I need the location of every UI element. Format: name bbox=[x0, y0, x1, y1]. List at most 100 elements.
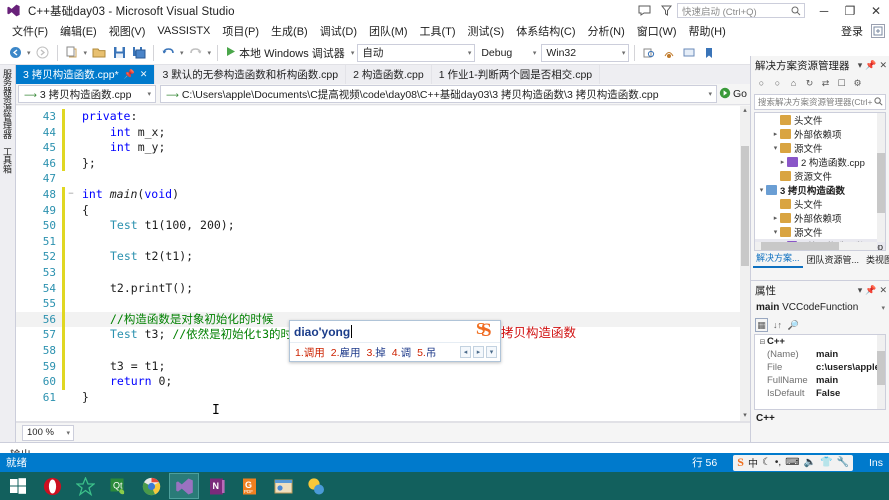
sogou-logo-icon[interactable]: S bbox=[737, 455, 744, 470]
tree-expander-icon[interactable]: ▾ bbox=[757, 186, 766, 194]
new-project-icon[interactable] bbox=[63, 43, 81, 63]
tree-horizontal-scrollbar[interactable] bbox=[755, 242, 877, 250]
tree-item[interactable]: ▾ 3 拷贝构造函数 bbox=[755, 183, 885, 197]
property-value[interactable]: main bbox=[816, 375, 838, 386]
forward-icon[interactable]: ○ bbox=[771, 76, 784, 90]
scroll-up-button[interactable]: ▴ bbox=[740, 106, 750, 116]
debug-config-combo[interactable]: 自动 ▾ bbox=[357, 43, 476, 62]
undo-dropdown[interactable]: ▾ bbox=[179, 49, 185, 57]
tree-expander-icon[interactable]: ▾ bbox=[771, 144, 780, 152]
go-button[interactable]: Go bbox=[719, 87, 750, 102]
signin-button[interactable]: 登录 bbox=[841, 23, 863, 39]
code-line[interactable]: 53 bbox=[16, 264, 740, 281]
tree-expander-icon[interactable]: ▸ bbox=[771, 130, 780, 138]
code-line[interactable]: 44 int m_x; bbox=[16, 124, 740, 141]
menu-item-architecture[interactable]: 体系结构(C) bbox=[510, 22, 581, 40]
menu-item-file[interactable]: 文件(F) bbox=[6, 22, 54, 40]
comment-icon[interactable] bbox=[680, 43, 698, 63]
solution-explorer-tree[interactable]: 头文件 ▸ 外部依赖项 ▾ 源文件 ▸ 2 构造函数.cpp 资源文件 ▾ 3 拷贝构造函数 头文件… bbox=[754, 112, 886, 251]
scrollbar-thumb[interactable] bbox=[761, 242, 839, 250]
code-line[interactable]: 60 return 0; bbox=[16, 374, 740, 390]
new-project-dropdown[interactable]: ▾ bbox=[83, 49, 89, 57]
code-line[interactable]: 46}; bbox=[16, 155, 740, 172]
property-value[interactable]: main bbox=[816, 349, 838, 360]
tab-team-explorer[interactable]: 团队资源管... bbox=[804, 251, 863, 268]
code-line[interactable]: 48− int main(void) bbox=[16, 186, 740, 203]
tree-item[interactable]: ▸ 2 构造函数.cpp bbox=[755, 155, 885, 169]
zoom-level-combo[interactable]: 100 % ▾ bbox=[22, 424, 74, 441]
menu-item-edit[interactable]: 编辑(E) bbox=[54, 22, 103, 40]
show-all-files-icon[interactable]: ⇄ bbox=[819, 76, 832, 90]
code-line[interactable]: 47 bbox=[16, 171, 740, 187]
doc-tab-homework-circles[interactable]: 1 作业1-判断两个圆是否相交.cpp bbox=[432, 65, 601, 84]
solution-config-combo[interactable]: Debug ▾ bbox=[477, 44, 539, 62]
property-category-row[interactable]: ⊟ C++ bbox=[755, 335, 885, 348]
chevron-down-icon[interactable]: ▾ bbox=[858, 285, 863, 296]
navigate-forward-icon[interactable] bbox=[34, 43, 52, 63]
property-value[interactable]: False bbox=[816, 388, 840, 399]
menu-item-test[interactable]: 测试(S) bbox=[462, 22, 511, 40]
chevron-down-icon[interactable]: ▾ bbox=[858, 60, 863, 71]
feedback-icon[interactable] bbox=[633, 0, 655, 21]
project-file-combo[interactable]: ⟶ 3 拷贝构造函数.cpp ▾ bbox=[18, 85, 156, 103]
navigate-back-icon[interactable] bbox=[6, 43, 24, 63]
code-line[interactable]: 43 private: bbox=[16, 109, 740, 125]
tree-vertical-scrollbar[interactable] bbox=[877, 113, 885, 242]
undo-icon[interactable] bbox=[159, 43, 177, 63]
properties-scrollbar[interactable] bbox=[877, 335, 885, 409]
menu-item-analyze[interactable]: 分析(N) bbox=[582, 22, 631, 40]
tree-item[interactable]: 头文件 bbox=[755, 197, 885, 211]
code-line[interactable]: 50 Test t1(100, 200); bbox=[16, 218, 740, 234]
ime-candidate-2[interactable]: 2.雇用 bbox=[331, 345, 361, 360]
feedback-box-icon[interactable] bbox=[871, 24, 885, 38]
speaker-icon[interactable]: 🔈 bbox=[804, 457, 816, 468]
code-line[interactable]: 54 t2.printT(); bbox=[16, 280, 740, 297]
redo-icon[interactable] bbox=[187, 43, 205, 63]
editor-vertical-scrollbar[interactable]: ▴ ▾ bbox=[740, 106, 750, 421]
toolbox-icon[interactable]: 🔧 bbox=[837, 457, 849, 468]
open-file-icon[interactable] bbox=[90, 43, 108, 63]
taskbar-item-explorer-icon[interactable] bbox=[268, 473, 298, 499]
property-row[interactable]: (Name) main bbox=[755, 348, 885, 361]
server-explorer-vtab[interactable]: 服务器资源管理器 bbox=[0, 65, 15, 143]
menu-item-window[interactable]: 窗口(W) bbox=[631, 22, 683, 40]
property-pages-icon[interactable]: 🔎 bbox=[787, 318, 800, 332]
moon-icon[interactable]: ☾ bbox=[762, 457, 771, 468]
collapse-all-icon[interactable]: ☐ bbox=[835, 76, 848, 90]
find-in-files-icon[interactable] bbox=[640, 43, 658, 63]
solution-explorer-search-input[interactable]: 搜索解决方案资源管理器(Ctrl+ bbox=[754, 94, 886, 110]
menu-item-help[interactable]: 帮助(H) bbox=[683, 22, 732, 40]
minimize-button[interactable]: ─ bbox=[811, 0, 837, 21]
code-line[interactable]: 51 bbox=[16, 233, 740, 250]
close-icon[interactable]: ✕ bbox=[879, 60, 887, 71]
ime-candidate-popup[interactable]: diao'yong S 1.调用 2.雇用 3.掉 4.调 5.吊 ◂ ▸ ▾ bbox=[289, 319, 501, 362]
tree-expander-icon[interactable]: ▸ bbox=[771, 214, 780, 222]
menu-item-view[interactable]: 视图(V) bbox=[103, 22, 152, 40]
code-line[interactable]: 49 { bbox=[16, 202, 740, 219]
keyboard-icon[interactable]: ⌨ bbox=[785, 457, 799, 468]
pin-icon[interactable]: 📌 bbox=[865, 285, 876, 296]
menu-item-project[interactable]: 项目(P) bbox=[216, 22, 265, 40]
ime-next-page-button[interactable]: ▸ bbox=[473, 346, 484, 358]
taskbar-item-onenote-icon[interactable]: N bbox=[202, 473, 232, 499]
close-icon[interactable]: ✕ bbox=[140, 69, 148, 80]
doc-tab-default-ctor-dtor[interactable]: 3 默认的无参构造函数和析构函数.cpp bbox=[155, 65, 347, 84]
menu-item-build[interactable]: 生成(B) bbox=[265, 22, 314, 40]
alphabetical-icon[interactable]: ↓↑ bbox=[771, 318, 784, 332]
code-editor[interactable]: 43 private: 44 int m_x; 45 int m_y; 46}; 47 48− i… bbox=[16, 106, 750, 422]
properties-grid[interactable]: ⊟ C++ (Name) main File c:\users\apple FullNam… bbox=[754, 334, 886, 410]
properties-icon[interactable]: ⚙ bbox=[851, 76, 864, 90]
scroll-down-button[interactable]: ▾ bbox=[740, 411, 750, 421]
save-all-icon[interactable] bbox=[130, 43, 148, 63]
code-line[interactable]: 61} bbox=[16, 390, 740, 406]
toolbox-vtab[interactable]: 工具箱 bbox=[0, 143, 15, 177]
save-icon[interactable] bbox=[110, 43, 128, 63]
doc-tab-constructor[interactable]: 2 构造函数.cpp bbox=[346, 65, 432, 84]
scrollbar-thumb[interactable] bbox=[877, 153, 885, 213]
tree-expander-icon[interactable]: ▸ bbox=[778, 158, 787, 166]
property-row[interactable]: FullName main bbox=[755, 374, 885, 387]
close-icon[interactable]: ✕ bbox=[879, 285, 887, 296]
scrollbar-thumb[interactable] bbox=[877, 351, 885, 385]
navigate-back-dropdown[interactable]: ▾ bbox=[26, 49, 32, 57]
menu-item-debug[interactable]: 调试(D) bbox=[314, 22, 363, 40]
